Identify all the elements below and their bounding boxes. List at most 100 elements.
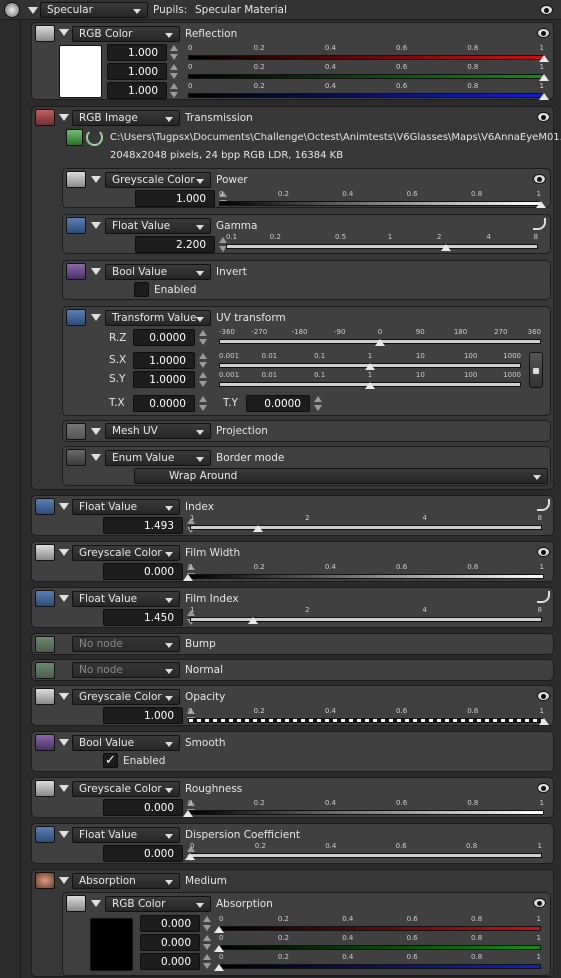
sx-field[interactable]: 1.0000 <box>133 352 195 369</box>
slider-knob[interactable] <box>375 339 385 346</box>
rz-spinner[interactable] <box>199 329 207 346</box>
collapse-icon[interactable] <box>59 693 69 700</box>
collapse-icon[interactable] <box>59 503 69 510</box>
invert-checkbox[interactable] <box>134 282 149 297</box>
sy-slider[interactable]: 0.001 0.01 0.1 1 10 100 1000 <box>219 371 521 389</box>
blue-spinner[interactable] <box>170 82 178 99</box>
film-width-value-field[interactable]: 0.000 <box>103 563 183 580</box>
red-value-field[interactable]: 0.000 <box>140 915 200 932</box>
green-slider[interactable]: 0 0.2 0.4 0.6 0.8 1 <box>214 934 541 952</box>
slider-knob[interactable] <box>539 55 549 62</box>
collapse-icon[interactable] <box>59 785 69 792</box>
eye-icon[interactable] <box>540 5 553 15</box>
slider-knob[interactable] <box>247 617 258 624</box>
eye-icon[interactable] <box>537 783 550 793</box>
red-spinner[interactable] <box>203 915 211 932</box>
slider-knob[interactable] <box>539 718 549 725</box>
slider-knob[interactable] <box>539 74 549 81</box>
slider-knob[interactable] <box>214 926 224 933</box>
collapse-icon[interactable] <box>59 595 69 602</box>
ty-spinner[interactable] <box>314 395 322 412</box>
reload-icon[interactable] <box>86 129 103 146</box>
green-spinner[interactable] <box>170 63 178 80</box>
roughness-slider[interactable]: 0 0.2 0.4 0.6 0.8 1 <box>183 799 544 817</box>
collapse-icon[interactable] <box>91 454 101 461</box>
sx-spinner[interactable] <box>199 352 207 369</box>
dispersion-type-dropdown[interactable]: Float Value <box>72 827 180 843</box>
lock-icon[interactable] <box>529 352 543 388</box>
collapse-icon[interactable] <box>91 428 101 435</box>
red-slider[interactable]: 0 0.2 0.4 0.6 0.8 1 <box>188 44 549 62</box>
curve-icon[interactable] <box>537 591 550 603</box>
blue-value-field[interactable]: 0.000 <box>140 953 200 970</box>
blue-spinner[interactable] <box>203 953 211 970</box>
opacity-value-field[interactable]: 1.000 <box>103 707 183 724</box>
slider-knob[interactable] <box>365 382 375 389</box>
gamma-type-dropdown[interactable]: Float Value <box>105 218 211 234</box>
eye-icon[interactable] <box>537 28 550 38</box>
rz-slider[interactable]: -360 -270 -180 -90 0 90 180 270 360 <box>219 328 541 346</box>
smooth-checkbox[interactable]: ✓ <box>103 753 118 768</box>
collapse-icon[interactable] <box>91 176 101 183</box>
blue-slider[interactable]: 0 0.2 0.4 0.6 0.8 1 <box>214 953 541 971</box>
green-slider[interactable]: 0 0.2 0.4 0.6 0.8 1 <box>188 63 549 81</box>
eye-icon[interactable] <box>533 174 546 184</box>
collapse-icon[interactable] <box>59 831 69 838</box>
green-spinner[interactable] <box>203 934 211 951</box>
index-value-field[interactable]: 1.493 <box>103 517 183 534</box>
film-index-slider[interactable]: 1 2 4 8 <box>190 606 542 624</box>
index-slider[interactable]: 1 2 4 8 <box>190 514 542 532</box>
slider-knob[interactable] <box>252 525 263 532</box>
film-width-slider[interactable]: 0 0.2 0.4 0.6 0.8 1 <box>183 563 544 581</box>
bump-node-dropdown[interactable]: No node <box>72 636 180 652</box>
eye-icon[interactable] <box>537 691 550 701</box>
slider-knob[interactable] <box>214 945 224 952</box>
absorption-type-dropdown[interactable]: RGB Color <box>105 896 211 912</box>
tx-field[interactable]: 0.0000 <box>133 395 195 412</box>
gamma-value-field[interactable]: 2.200 <box>135 236 215 253</box>
collapse-icon[interactable] <box>59 877 69 884</box>
load-image-icon[interactable] <box>66 129 83 146</box>
dispersion-slider[interactable]: 0 0.2 0.4 0.6 0.8 1 <box>185 842 542 860</box>
collapse-icon[interactable] <box>59 29 69 36</box>
color-swatch[interactable] <box>59 45 102 98</box>
transmission-type-dropdown[interactable]: RGB Image <box>72 110 180 126</box>
slider-knob[interactable] <box>183 810 193 817</box>
index-type-dropdown[interactable]: Float Value <box>72 499 180 515</box>
power-value-field[interactable]: 1.000 <box>135 190 215 207</box>
slider-knob[interactable] <box>185 853 195 860</box>
curve-icon[interactable] <box>533 218 546 230</box>
color-swatch[interactable] <box>90 918 133 971</box>
collapse-icon[interactable] <box>91 900 101 907</box>
slider-knob[interactable] <box>536 201 546 208</box>
eye-icon[interactable] <box>537 112 550 122</box>
green-value-field[interactable]: 1.000 <box>107 63 167 80</box>
slider-knob[interactable] <box>539 93 549 100</box>
film-index-value-field[interactable]: 1.450 <box>103 609 183 626</box>
collapse-icon[interactable] <box>28 7 38 14</box>
projection-type-dropdown[interactable]: Mesh UV <box>105 423 211 439</box>
collapse-icon[interactable] <box>91 268 101 275</box>
red-value-field[interactable]: 1.000 <box>107 44 167 61</box>
smooth-type-dropdown[interactable]: Bool Value <box>72 735 180 751</box>
collapse-icon[interactable] <box>59 739 69 746</box>
slider-knob[interactable] <box>183 574 193 581</box>
red-spinner[interactable] <box>170 44 178 61</box>
green-value-field[interactable]: 0.000 <box>140 934 200 951</box>
uv-type-dropdown[interactable]: Transform Value <box>105 310 211 326</box>
gamma-slider[interactable]: 0.1 0.2 0.5 1 2 4 8 <box>226 233 538 251</box>
roughness-value-field[interactable]: 0.000 <box>103 799 183 816</box>
border-type-dropdown[interactable]: Enum Value <box>105 450 211 466</box>
medium-type-dropdown[interactable]: Absorption <box>72 873 180 889</box>
eye-icon[interactable] <box>537 547 550 557</box>
power-type-dropdown[interactable]: Greyscale Color <box>105 172 211 188</box>
power-slider[interactable]: 0 0.2 0.4 0.6 0.8 1 <box>219 190 546 208</box>
border-option-dropdown[interactable]: Wrap Around <box>134 468 548 484</box>
curve-icon[interactable] <box>537 499 550 511</box>
opacity-type-dropdown[interactable]: Greyscale Color <box>72 689 180 705</box>
sy-field[interactable]: 1.0000 <box>133 371 195 388</box>
sy-spinner[interactable] <box>199 371 207 388</box>
red-slider[interactable]: 0 0.2 0.4 0.6 0.8 1 <box>214 915 541 933</box>
sx-slider[interactable]: 0.001 0.01 0.1 1 10 100 1000 <box>219 352 521 370</box>
collapse-icon[interactable] <box>59 114 69 121</box>
